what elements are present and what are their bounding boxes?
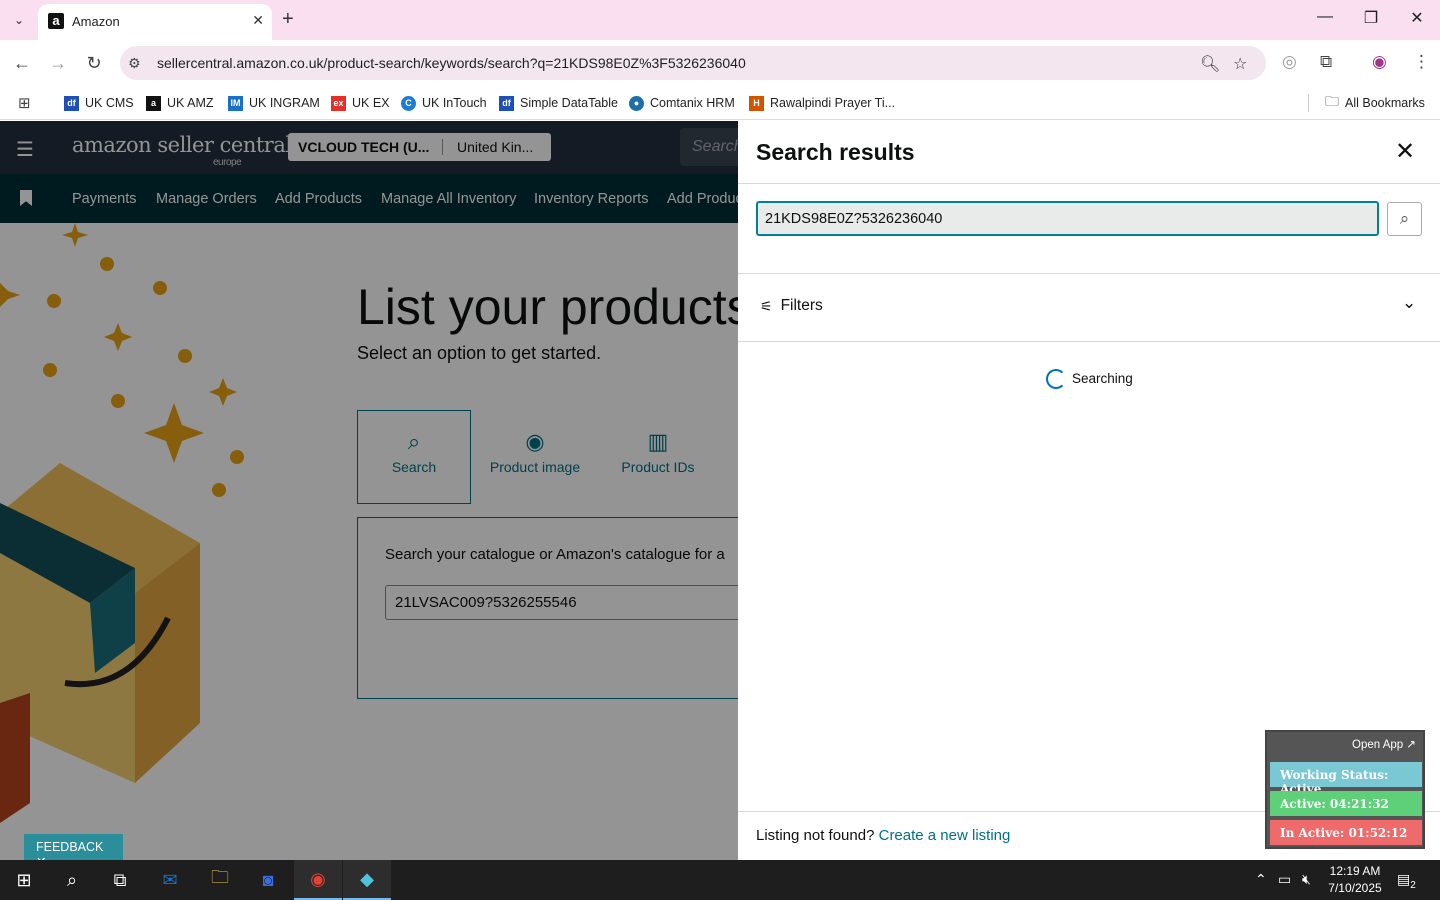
bookmark-label: UK CMS (85, 96, 134, 110)
start-windows-icon[interactable]: ⊞ (0, 860, 48, 900)
filters-label: Filters (780, 297, 823, 314)
open-app-button[interactable]: Open App ↗ (1352, 737, 1416, 751)
search-button[interactable]: ⌕ (1387, 202, 1422, 236)
sliders-icon: ⚟ (760, 297, 773, 314)
address-bar[interactable]: ⚙ sellercentral.amazon.co.uk/product-sea… (120, 46, 1266, 80)
tab-close-icon[interactable]: ✕ (252, 12, 264, 29)
bookmark-icon: df (499, 95, 514, 111)
working-status: Working Status: Active (1270, 762, 1422, 796)
time-tracker-widget: Open App ↗ Working Status: Active Active… (1265, 730, 1425, 849)
zoom-icon[interactable]: 🔍︎ (1200, 54, 1220, 74)
volume-muted-icon[interactable]: 🔇︎ (1302, 871, 1311, 888)
bookmark-label: UK INGRAM (249, 96, 320, 110)
browser-toolbar: ← → ↻ ⚙ sellercentral.amazon.co.uk/produ… (0, 40, 1440, 86)
bookmarks-divider (1308, 94, 1309, 112)
divider (738, 341, 1440, 342)
windows-taskbar: ⊞ ⌕ ⧉ ✉ 🗀 ◙ ◉ ◆ ⌃ ▭ 🔇︎ 12:19 AM 7/10/202… (0, 860, 1440, 900)
site-info-icon[interactable]: ⚙ (128, 55, 141, 72)
inactive-time: In Active: 01:52:12 (1270, 820, 1422, 845)
footer-text: Listing not found? (756, 827, 875, 844)
search-icon: ⌕ (1399, 209, 1410, 228)
create-listing-link[interactable]: Create a new listing (879, 827, 1011, 844)
bookmarks-bar: ⊞ df UK CMS a UK AMZ IM UK INGRAM ex UK EX C… (0, 86, 1440, 120)
translate-icon[interactable]: ◎ (1282, 52, 1297, 72)
bookmark-label: UK EX (352, 96, 390, 110)
restore-icon[interactable]: ❐ (1356, 8, 1386, 28)
apps-grid-icon[interactable]: ⊞ (18, 93, 31, 113)
bookmark-uk-cms[interactable]: df UK CMS (64, 93, 134, 113)
bookmark-rawalpindi-prayer[interactable]: H Rawalpindi Prayer Ti... (749, 93, 895, 113)
bookmark-star-icon[interactable]: ☆ (1233, 54, 1247, 74)
new-tab-icon[interactable]: + (282, 8, 294, 31)
sheet-footer: Listing not found? Create a new listing (756, 827, 1010, 844)
bookmark-icon: H (749, 95, 764, 111)
tab-search-dropdown[interactable]: ⌄ (8, 9, 30, 31)
all-bookmarks-label: All Bookmarks (1345, 96, 1425, 110)
modal-overlay[interactable] (0, 121, 738, 860)
browser-tab-bar: ⌄ a Amazon ✕ + — ❐ ✕ (0, 0, 1440, 40)
bookmark-icon: ex (331, 95, 346, 111)
bookmark-simple-datatable[interactable]: df Simple DataTable (499, 93, 618, 113)
bookmark-icon: C (401, 95, 416, 111)
all-bookmarks[interactable]: 🗀 All Bookmarks (1325, 93, 1425, 113)
bookmark-label: UK InTouch (422, 96, 487, 110)
search-icon[interactable]: ⌕ (48, 860, 96, 900)
chrome-icon[interactable]: ◉ (294, 860, 342, 900)
bookmark-icon: ● (629, 95, 644, 111)
bookmark-uk-intouch[interactable]: C UK InTouch (401, 93, 487, 113)
bookmark-uk-ingram[interactable]: IM UK INGRAM (228, 93, 320, 113)
feedback-label: FEEDBACK (36, 840, 104, 854)
notification-count: 2 (1410, 879, 1416, 891)
bookmark-icon: df (64, 95, 79, 111)
sheet-title: Search results (756, 139, 915, 165)
searching-status: Searching (1072, 371, 1133, 386)
browser-tab[interactable]: a Amazon ✕ (38, 4, 272, 40)
notifications-icon[interactable]: ▤2 (1397, 871, 1416, 891)
folder-icon: 🗀 (1325, 93, 1339, 109)
sheet-close-icon[interactable]: ✕ (1395, 137, 1415, 166)
minimize-icon[interactable]: — (1310, 8, 1340, 26)
zoom-app-icon[interactable]: ◙ (244, 860, 292, 900)
amazon-favicon-icon: a (48, 13, 64, 29)
profile-icon[interactable]: ◉ (1372, 52, 1387, 72)
window-close-icon[interactable]: ✕ (1402, 8, 1432, 28)
bookmark-icon: IM (228, 95, 243, 111)
bookmark-label: UK AMZ (167, 96, 214, 110)
loading-spinner-icon (1046, 369, 1066, 389)
results-search-input[interactable]: 21KDS98E0Z?5326236040 (756, 201, 1379, 236)
task-view-icon[interactable]: ⧉ (96, 860, 144, 900)
reload-icon[interactable]: ↻ (82, 52, 106, 76)
divider (738, 183, 1440, 184)
clock-time: 12:19 AM (1329, 864, 1381, 878)
outlook-icon[interactable]: ✉ (146, 860, 194, 900)
clock-date: 7/10/2025 (1328, 881, 1382, 895)
tray-chevron-up-icon[interactable]: ⌃ (1255, 871, 1267, 888)
bookmark-comtanix-hrm[interactable]: ● Comtanix HRM (629, 93, 735, 113)
bookmark-label: Simple DataTable (520, 96, 618, 110)
bookmark-label: Comtanix HRM (650, 96, 735, 110)
active-time: Active: 04:21:32 (1270, 791, 1422, 816)
filters-toggle[interactable]: ⚟ Filters (760, 297, 823, 315)
tab-title: Amazon (72, 14, 120, 29)
chevron-down-icon[interactable]: ⌄ (1402, 293, 1416, 313)
forward-icon[interactable]: → (46, 52, 70, 76)
back-icon[interactable]: ← (10, 52, 34, 76)
bookmark-uk-ex[interactable]: ex UK EX (331, 93, 390, 113)
bookmark-icon: a (146, 95, 161, 111)
system-clock[interactable]: 12:19 AM 7/10/2025 (1322, 863, 1388, 897)
divider (738, 273, 1440, 274)
url-text[interactable]: sellercentral.amazon.co.uk/product-searc… (157, 55, 746, 71)
file-explorer-icon[interactable]: 🗀 (196, 860, 244, 900)
bookmark-label: Rawalpindi Prayer Ti... (770, 96, 896, 110)
feedback-button[interactable]: FEEDBACK ✕ (24, 834, 123, 860)
menu-kebab-icon[interactable]: ⋮ (1413, 52, 1430, 72)
app-diamond-icon[interactable]: ◆ (343, 860, 391, 900)
network-icon[interactable]: ▭ (1278, 871, 1291, 888)
bookmark-uk-amz[interactable]: a UK AMZ (146, 93, 214, 113)
extensions-icon[interactable]: ⧉ (1320, 52, 1332, 72)
